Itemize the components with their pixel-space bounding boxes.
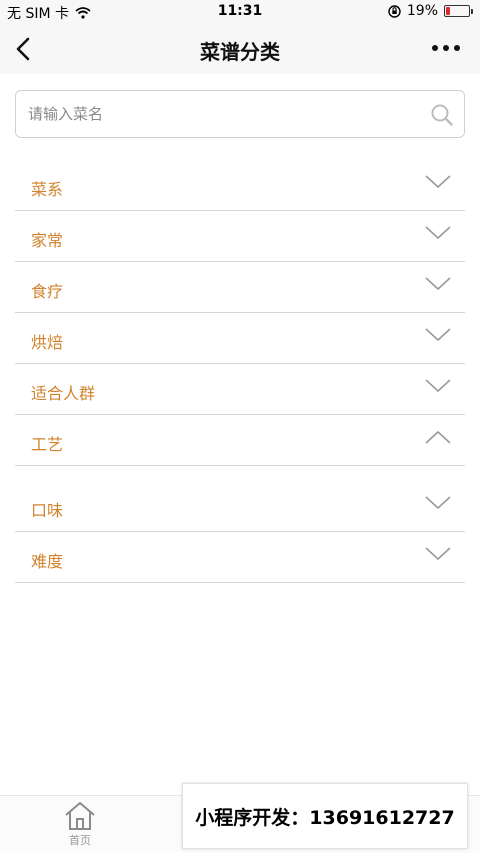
search-input[interactable] bbox=[26, 91, 426, 137]
tab-home[interactable]: 首页 bbox=[50, 798, 110, 848]
battery-text: 19% bbox=[406, 3, 438, 19]
category-item[interactable]: 口味 bbox=[15, 481, 465, 532]
chevron-down-icon bbox=[425, 547, 451, 561]
category-item[interactable]: 难度 bbox=[15, 532, 465, 583]
home-icon bbox=[65, 802, 95, 830]
category-list: 菜系家常食疗烘焙适合人群工艺口味难度 bbox=[15, 160, 465, 583]
category-label: 口味 bbox=[31, 501, 64, 520]
orientation-lock-icon bbox=[388, 4, 401, 18]
status-right: 19% bbox=[388, 3, 473, 19]
category-label: 烘焙 bbox=[31, 333, 64, 352]
battery-level bbox=[446, 7, 451, 15]
category-label: 适合人群 bbox=[31, 384, 96, 403]
nav-bar: 菜谱分类 bbox=[0, 24, 480, 74]
more-menu-button[interactable] bbox=[432, 45, 460, 51]
search-icon[interactable] bbox=[430, 103, 454, 127]
chevron-up-icon bbox=[425, 430, 451, 444]
chevron-down-icon bbox=[425, 226, 451, 240]
chevron-down-icon bbox=[425, 496, 451, 510]
status-bar: 无 SIM 卡 11:31 19% bbox=[0, 0, 480, 24]
category-item[interactable]: 家常 bbox=[15, 211, 465, 262]
ad-banner: 小程序开发：13691612727 bbox=[182, 783, 468, 849]
chevron-down-icon bbox=[425, 379, 451, 393]
category-item[interactable]: 食疗 bbox=[15, 262, 465, 313]
more-dot-icon bbox=[443, 45, 449, 51]
category-item[interactable]: 烘焙 bbox=[15, 313, 465, 364]
category-item[interactable]: 菜系 bbox=[15, 160, 465, 211]
category-label: 工艺 bbox=[31, 435, 64, 454]
search-box[interactable] bbox=[15, 90, 465, 138]
chevron-down-icon bbox=[425, 277, 451, 291]
tab-home-label: 首页 bbox=[69, 834, 91, 847]
more-dot-icon bbox=[454, 45, 460, 51]
category-label: 难度 bbox=[31, 552, 64, 571]
category-item[interactable]: 适合人群 bbox=[15, 364, 465, 415]
chevron-down-icon bbox=[425, 175, 451, 189]
chevron-down-icon bbox=[425, 328, 451, 342]
category-label: 家常 bbox=[31, 231, 64, 250]
more-dot-icon bbox=[432, 45, 438, 51]
category-item[interactable]: 工艺 bbox=[15, 415, 465, 466]
category-label: 菜系 bbox=[31, 180, 64, 199]
battery-icon bbox=[444, 5, 473, 17]
page-title: 菜谱分类 bbox=[200, 40, 280, 64]
category-label: 食疗 bbox=[31, 282, 64, 301]
